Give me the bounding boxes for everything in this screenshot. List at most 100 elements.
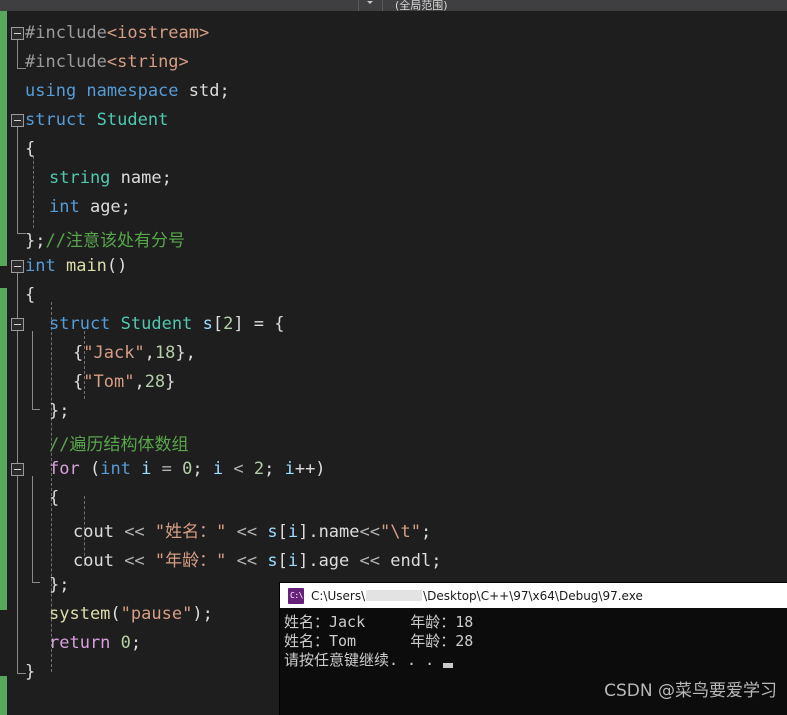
code-line[interactable]: using namespace std; <box>25 81 230 101</box>
fold-connector-line <box>17 127 18 233</box>
code-token: s <box>267 522 278 542</box>
code-token: Student <box>120 314 193 334</box>
code-token: int <box>25 256 56 276</box>
code-token: //注意该处有分号 <box>45 231 185 251</box>
code-token: ; <box>420 522 432 542</box>
fold-end-tick <box>32 582 40 583</box>
code-token: << <box>113 551 155 571</box>
code-token: string <box>49 168 111 188</box>
toolbar-divider-2 <box>382 0 383 11</box>
code-token: i <box>284 459 295 479</box>
console-output-line: 请按任意键继续. . . <box>284 651 435 669</box>
code-token: }; <box>49 401 70 421</box>
code-line[interactable]: #include<string> <box>25 52 189 72</box>
code-line[interactable]: cout << "年龄：" << s[i].age << endl; <box>73 546 441 571</box>
code-line[interactable]: string name; <box>49 168 172 188</box>
code-line[interactable]: for (int i = 0; i < 2; i++) <box>49 459 326 479</box>
code-token: i <box>287 522 299 542</box>
code-token: "姓名：" <box>154 522 227 542</box>
change-bar-segment <box>0 11 7 266</box>
code-token: , <box>134 372 145 392</box>
code-token: <iostream> <box>106 23 210 43</box>
collapse-toggle-icon[interactable] <box>11 114 24 127</box>
console-output-line: 姓名：Jack 年龄：18 <box>284 613 474 631</box>
code-line[interactable]: { <box>25 285 35 305</box>
code-token: ; <box>264 459 285 479</box>
fold-connector-line <box>17 40 18 68</box>
code-token: () <box>106 256 128 276</box>
code-line[interactable]: struct Student s[2] = { <box>49 314 285 334</box>
command-prompt-icon: C:\ <box>288 587 304 604</box>
code-token: 2 <box>253 459 265 479</box>
code-token: ] = { <box>233 314 285 334</box>
code-token: name; <box>110 168 172 188</box>
code-line[interactable]: }; <box>49 575 69 595</box>
collapse-toggle-icon[interactable] <box>11 27 24 40</box>
change-bar-segment <box>0 288 7 610</box>
console-path-prefix: C:\Users\ <box>311 588 366 603</box>
code-token: "Jack" <box>83 343 145 363</box>
code-token: }; <box>49 575 70 595</box>
code-line[interactable]: }; <box>49 401 69 421</box>
code-line[interactable]: //遍历结构体数组 <box>49 430 188 455</box>
code-token: age; <box>79 197 131 217</box>
code-line[interactable]: #include<iostream> <box>25 23 209 43</box>
code-token: [ <box>277 522 288 542</box>
collapse-toggle-icon[interactable] <box>11 463 24 476</box>
code-line[interactable]: int age; <box>49 197 131 217</box>
console-title-bar[interactable]: C:\ C:\Users\ \Desktop\C++\97\x64\Debug\… <box>280 583 787 608</box>
console-cursor <box>443 663 453 668</box>
code-token: s <box>267 551 278 571</box>
code-token: s <box>202 314 213 334</box>
code-token: ++) <box>294 459 326 479</box>
console-title-text: C:\Users\ \Desktop\C++\97\x64\Debug\97.e… <box>311 589 643 603</box>
fold-end-tick <box>32 409 40 410</box>
code-token: } <box>165 372 176 392</box>
fold-connector-line <box>32 476 33 582</box>
code-token: ].name <box>298 522 360 542</box>
code-line[interactable]: } <box>25 662 35 682</box>
code-token: main <box>65 256 107 276</box>
code-line[interactable]: };//注意该处有分号 <box>25 226 185 251</box>
watermark: CSDN @菜鸟要爱学习 <box>604 681 777 701</box>
code-token: "\t" <box>380 522 421 542</box>
chevron-down-icon[interactable] <box>367 1 373 4</box>
code-line[interactable]: cout << "姓名：" << s[i].name<<"\t"; <box>73 517 431 542</box>
code-line[interactable]: { <box>25 139 35 159</box>
collapse-toggle-icon[interactable] <box>11 318 24 331</box>
code-line[interactable]: {"Jack",18}, <box>73 343 196 363</box>
code-token: { <box>49 488 60 508</box>
code-token: << <box>113 522 155 542</box>
code-token: "年龄：" <box>154 551 227 571</box>
code-token: cout <box>73 522 114 542</box>
code-line[interactable]: int main() <box>25 256 127 276</box>
code-line[interactable]: return 0; <box>49 633 141 653</box>
code-token: { <box>25 139 36 159</box>
code-line[interactable]: system("pause"); <box>49 604 213 624</box>
code-line[interactable]: { <box>49 488 59 508</box>
cmd-icon-glyph: C:\ <box>290 590 303 600</box>
code-token: } <box>25 662 36 682</box>
code-token: //遍历结构体数组 <box>49 435 189 455</box>
code-token: system <box>49 604 111 624</box>
console-path-suffix: \Desktop\C++\97\x64\Debug\97.exe <box>423 588 643 603</box>
code-line[interactable]: {"Tom",28} <box>73 372 175 392</box>
code-token: i <box>141 459 152 479</box>
toolbar-divider-1 <box>358 0 359 11</box>
code-line[interactable]: struct Student <box>25 110 168 130</box>
code-token: { <box>73 343 84 363</box>
collapse-toggle-icon[interactable] <box>11 260 24 273</box>
code-token: for <box>49 459 80 479</box>
code-token: << <box>349 551 391 571</box>
code-token: < <box>223 459 254 479</box>
code-token: struct <box>25 110 87 130</box>
code-token: [ <box>212 314 224 334</box>
code-token: i <box>212 459 224 479</box>
code-token: }, <box>175 343 196 363</box>
code-token: ( <box>110 604 121 624</box>
code-token: ); <box>192 604 213 624</box>
